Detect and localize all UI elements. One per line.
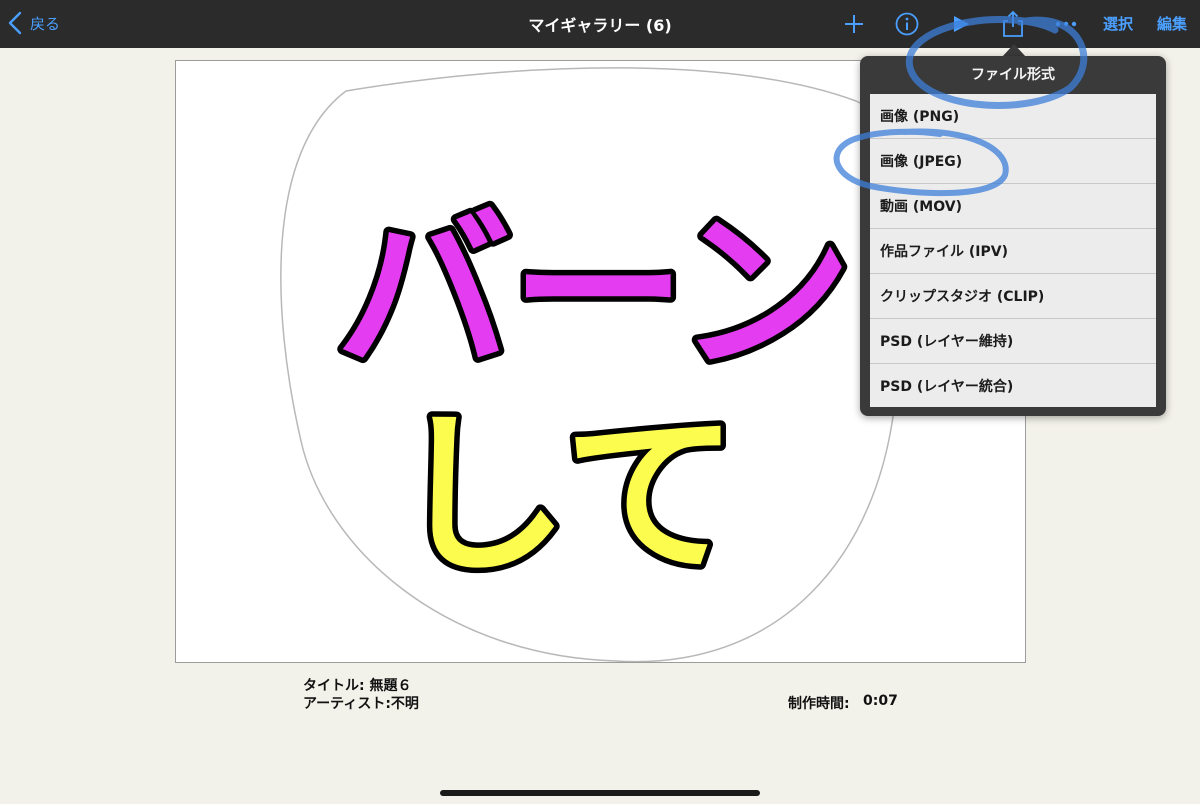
more-icon <box>1055 21 1077 27</box>
share-button[interactable] <box>998 9 1028 39</box>
info-button[interactable] <box>892 9 922 39</box>
format-ipv-item[interactable]: 作品ファイル (IPV) <box>870 229 1156 274</box>
artwork-text-line2: して <box>394 395 739 598</box>
file-format-popover: ファイル形式 画像 (PNG) 画像 (JPEG) 動画 (MOV) 作品ファイ… <box>860 56 1166 416</box>
format-clip-item[interactable]: クリップスタジオ (CLIP) <box>870 274 1156 319</box>
page-title: マイギャラリー (6) <box>528 16 672 35</box>
artwork-artist: アーティスト:不明 <box>303 696 419 712</box>
info-icon <box>895 12 919 36</box>
popover-title: ファイル形式 <box>971 67 1055 83</box>
home-indicator <box>440 790 760 796</box>
artwork-text-line1: バーン <box>336 192 852 395</box>
play-icon <box>954 16 969 32</box>
format-psd-layers-item[interactable]: PSD (レイヤー維持) <box>870 319 1156 364</box>
select-button[interactable]: 選択 <box>1103 13 1133 34</box>
artwork-title: タイトル: 無題６ <box>303 678 412 694</box>
creation-time-value: 0:07 <box>863 693 898 709</box>
add-button[interactable] <box>839 9 869 39</box>
format-psd-merged-item[interactable]: PSD (レイヤー統合) <box>870 364 1156 407</box>
play-button[interactable] <box>946 9 976 39</box>
creation-time-label: 制作時間: <box>788 696 850 712</box>
format-mov-item[interactable]: 動画 (MOV) <box>870 184 1156 229</box>
more-button[interactable] <box>1051 9 1081 39</box>
back-button[interactable]: 戻る <box>8 8 60 38</box>
add-icon <box>845 15 863 33</box>
edit-button[interactable]: 編集 <box>1157 13 1187 34</box>
format-png-item[interactable]: 画像 (PNG) <box>870 94 1156 139</box>
share-icon <box>1003 10 1023 37</box>
format-jpeg-item[interactable]: 画像 (JPEG) <box>870 139 1156 184</box>
back-label: 戻る <box>30 14 61 33</box>
file-format-list: 画像 (PNG) 画像 (JPEG) 動画 (MOV) 作品ファイル (IPV)… <box>870 94 1156 407</box>
chevron-left-icon <box>8 11 22 35</box>
navigation-bar: 戻る マイギャラリー (6) 選択 編集 <box>0 0 1200 48</box>
